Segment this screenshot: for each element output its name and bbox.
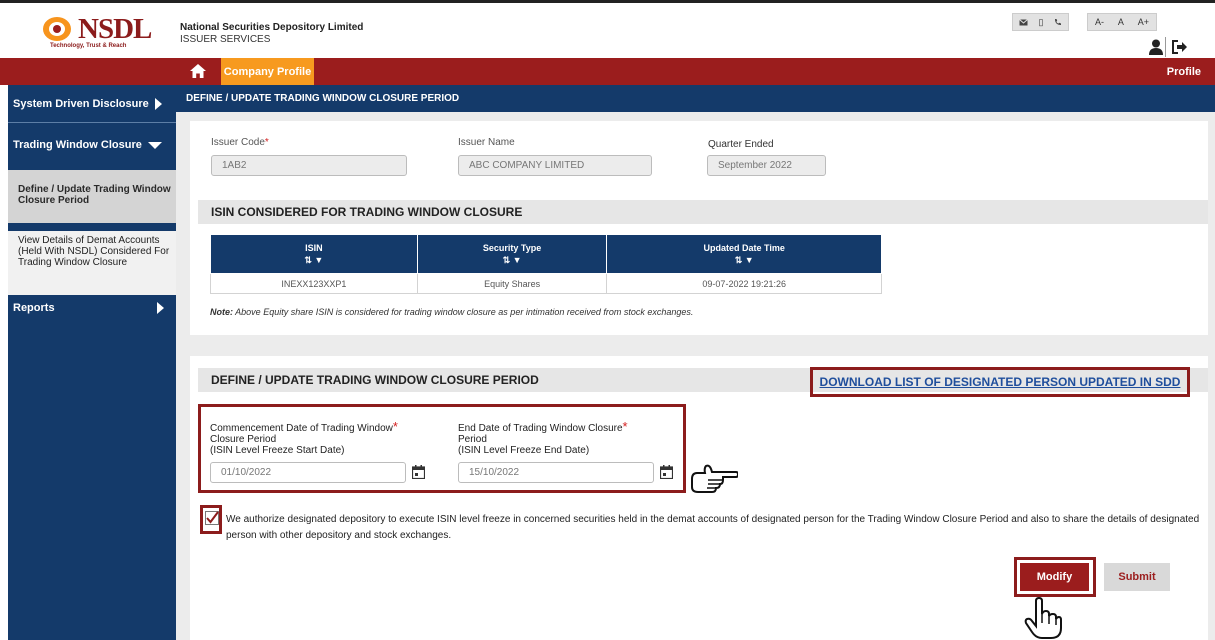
table-cell: Equity Shares — [416, 273, 608, 294]
tab-company-profile[interactable]: Company Profile — [221, 58, 314, 85]
pointing-hand-icon — [691, 464, 738, 493]
end-date-field[interactable]: 15/10/2022 — [458, 462, 654, 483]
org-block: National Securities Depository Limited I… — [180, 22, 363, 46]
download-link-highlight: DOWNLOAD LIST OF DESIGNATED PERSON UPDAT… — [810, 367, 1190, 397]
sidebar: System Driven Disclosure Trading Window … — [8, 85, 176, 640]
chevron-right-icon — [154, 98, 162, 110]
logout-icon[interactable] — [1172, 40, 1188, 54]
sidebar-item-trading-window-closure[interactable]: Trading Window Closure — [8, 135, 176, 155]
profile-menu[interactable]: Profile — [1167, 58, 1201, 85]
isin-note: Note: Above Equity share ISIN is conside… — [210, 307, 694, 317]
phone-icon[interactable] — [1054, 18, 1062, 26]
font-decrease-button[interactable]: A- — [1095, 17, 1104, 27]
issuer-name-label: Issuer Name — [458, 137, 515, 148]
separator-icon: ▯ — [1038, 16, 1044, 27]
font-normal-button[interactable]: A — [1118, 17, 1124, 27]
column-header-updated-date-time[interactable]: Updated Date Time ⇅ ▼ — [606, 234, 882, 274]
quarter-ended-field: September 2022 — [707, 155, 826, 176]
logo-tagline: Technology, Trust & Reach — [50, 43, 127, 49]
issuer-name-field: ABC COMPANY LIMITED — [458, 155, 652, 176]
issuer-code-label: Issuer Code* — [211, 137, 269, 148]
nsdl-logo-mark — [43, 17, 71, 41]
quarter-ended-label: Quarter Ended — [708, 139, 774, 150]
sidebar-item-reports[interactable]: Reports — [8, 298, 176, 318]
download-designated-person-link[interactable]: DOWNLOAD LIST OF DESIGNATED PERSON UPDAT… — [820, 375, 1181, 389]
isin-section-header: ISIN CONSIDERED FOR TRADING WINDOW CLOSU… — [198, 200, 1208, 224]
sort-filter-icon[interactable]: ⇅ ▼ — [503, 255, 522, 265]
header: NSDL Technology, Trust & Reach National … — [0, 0, 1215, 58]
issuer-card — [190, 121, 1208, 335]
submit-button[interactable]: Submit — [1104, 563, 1170, 591]
sidebar-item-system-driven-disclosure[interactable]: System Driven Disclosure — [8, 94, 176, 114]
page-title: DEFINE / UPDATE TRADING WINDOW CLOSURE P… — [176, 85, 1215, 112]
contact-tools: ▯ — [1012, 13, 1069, 31]
table-row: INEXX123XXP1 Equity Shares 09-07-2022 19… — [210, 273, 882, 294]
table-cell: INEXX123XXP1 — [210, 273, 418, 294]
mail-icon[interactable] — [1018, 18, 1028, 26]
top-nav: Company Profile Profile — [0, 58, 1215, 85]
issuer-code-field: 1AB2 — [211, 155, 407, 176]
start-date-field[interactable]: 01/10/2022 — [210, 462, 406, 483]
sidebar-subitem-define-update[interactable]: Define / Update Trading Window Closure P… — [8, 170, 176, 223]
org-sub: ISSUER SERVICES — [180, 34, 271, 45]
chevron-down-icon — [147, 141, 162, 149]
column-header-security-type[interactable]: Security Type ⇅ ▼ — [416, 234, 608, 274]
sidebar-item-label: System Driven Disclosure — [13, 98, 149, 110]
logo-text: NSDL — [78, 13, 152, 45]
modify-button[interactable]: Modify — [1020, 563, 1089, 591]
sidebar-item-label: Trading Window Closure — [13, 139, 142, 151]
user-icon[interactable] — [1149, 39, 1163, 55]
start-date-label: Commencement Date of Trading Window* Clo… — [210, 419, 398, 456]
calendar-icon[interactable] — [660, 465, 673, 479]
calendar-icon[interactable] — [412, 465, 425, 479]
sort-filter-icon[interactable]: ⇅ ▼ — [304, 255, 323, 265]
sidebar-subitem-view-details[interactable]: View Details of Demat Accounts (Held Wit… — [8, 231, 176, 295]
font-size-tools: A- A A+ — [1087, 13, 1157, 31]
sort-filter-icon[interactable]: ⇅ ▼ — [735, 255, 754, 265]
column-header-isin[interactable]: ISIN ⇅ ▼ — [210, 234, 418, 274]
header-separator — [1165, 37, 1166, 57]
sidebar-divider — [8, 122, 176, 123]
home-icon[interactable] — [190, 64, 206, 78]
end-date-label: End Date of Trading Window Closure* Peri… — [458, 419, 628, 456]
isin-table: ISIN ⇅ ▼ Security Type ⇅ ▼ Updated Date Ti… — [210, 234, 882, 294]
click-hand-icon — [1024, 597, 1062, 639]
sidebar-item-label: Reports — [13, 302, 55, 314]
authorize-checkbox-highlight — [200, 505, 222, 534]
chevron-right-icon — [157, 302, 164, 314]
font-increase-button[interactable]: A+ — [1138, 17, 1149, 27]
authorize-checkbox[interactable] — [205, 511, 219, 525]
authorization-text: We authorize designated depository to ex… — [226, 514, 1200, 541]
nsdl-logo[interactable]: NSDL Technology, Trust & Reach — [38, 13, 168, 55]
table-cell: 09-07-2022 19:21:26 — [606, 273, 882, 294]
org-name: National Securities Depository Limited — [180, 22, 364, 33]
